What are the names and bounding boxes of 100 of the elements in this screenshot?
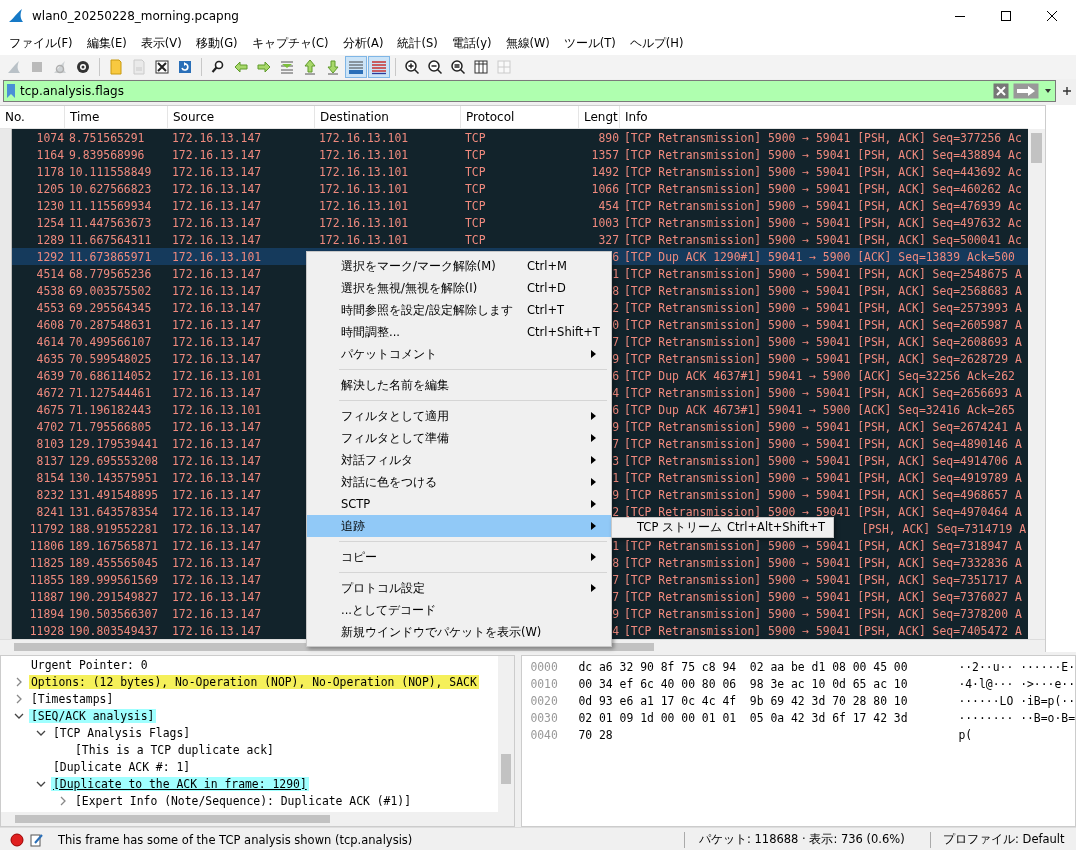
table-cell-text: 68.779565236 — [68, 266, 153, 281]
table-cell: [TCP Dup ACK 1290#1] 59041 → 5900 [ACK] Seq=13839 Ack=500 — [624, 249, 1015, 264]
menu-item[interactable]: 電話(y) — [444, 36, 499, 51]
table-cell-text: 172.16.13.147 — [171, 164, 263, 179]
menu-item[interactable]: キャプチャ(C) — [244, 36, 336, 51]
menu-item[interactable]: 選択をマーク/マーク解除(M) Ctrl+M — [307, 255, 611, 277]
tree-item[interactable]: Options: (12 bytes), No-Operation (NOP), No-Operation (NOP), SACK — [29, 674, 479, 689]
colorize-icon[interactable] — [368, 56, 390, 78]
tree-item[interactable]: [SEQ/ACK analysis] — [29, 708, 157, 723]
table-cell: [TCP Retransmission] 5900 → 59041 [PSH, ACK] Seq=7378200 A — [624, 606, 1022, 621]
table-cell-text: TCP — [464, 232, 487, 247]
table-cell-text: 129.179539441 — [68, 436, 160, 451]
table-cell-text: 11928 — [28, 623, 65, 638]
table-cell-text: 190.291549827 — [68, 589, 160, 604]
menu-item[interactable]: 分析(A) — [335, 36, 391, 51]
table-cell-text: 4614 — [35, 334, 65, 349]
table-cell: 4 — [612, 385, 619, 400]
menu-item[interactable]: 時間参照を設定/設定解除します Ctrl+T — [307, 299, 611, 321]
menu-item[interactable]: ツール(T) — [556, 36, 623, 51]
tree-item[interactable]: [Expert Info (Note/Sequence): Duplicate ACK (#1)] — [73, 793, 414, 808]
table-cell: 6 — [612, 368, 619, 383]
column-header[interactable]: No. — [0, 106, 65, 128]
menu-item[interactable]: 移動(G) — [188, 36, 245, 51]
vertical-scrollbar[interactable] — [1028, 129, 1045, 639]
menu-item[interactable]: 新規ウインドウでパケットを表示(W) — [307, 621, 611, 643]
maximize-icon[interactable] — [1000, 10, 1012, 22]
tree-item[interactable]: [Timestamps] — [29, 691, 116, 706]
menu-item[interactable]: フィルタとして準備 — [307, 427, 611, 449]
add-icon[interactable] — [1062, 86, 1072, 96]
shortcut-label: Ctrl+T — [527, 302, 565, 319]
table-cell-text: 172.16.13.101 — [318, 147, 410, 162]
table-cell-text: 172.16.13.147 — [171, 487, 263, 502]
column-header[interactable]: Protocol — [461, 106, 579, 128]
menu-item[interactable]: ヘルプ(H) — [622, 36, 691, 51]
table-cell-text: 11.673865971 — [68, 249, 153, 264]
menu-item[interactable]: フィルタとして適用 — [307, 405, 611, 427]
edit-comment-icon[interactable] — [30, 832, 44, 847]
table-cell-text: 70.686114052 — [68, 368, 153, 383]
column-header[interactable]: Time — [65, 106, 168, 128]
table-cell-text: TCP — [464, 164, 487, 179]
table-cell: [TCP Retransmission] 5900 → 59041 [PSH, ACK] Seq=4914706 A — [624, 453, 1022, 468]
horizontal-scrollbar[interactable] — [1, 812, 515, 826]
table-cell-text: 4635 — [35, 351, 65, 366]
table-cell-text: 172.16.13.147 — [171, 334, 263, 349]
close-icon[interactable] — [1046, 10, 1058, 22]
menu-item[interactable]: 解決した名前を編集 — [307, 374, 611, 396]
menu-item[interactable]: 時間調整... Ctrl+Shift+T — [307, 321, 611, 343]
profile-label[interactable]: プロファイル: Default — [937, 832, 1065, 847]
column-header[interactable]: Destination — [315, 106, 461, 128]
bookmark-icon[interactable] — [6, 83, 16, 99]
table-cell: 9 — [612, 351, 619, 366]
table-cell: [PSH, ACK] Seq=7314719 A — [861, 521, 1026, 536]
display-filter-field[interactable]: tcp.analysis.flags — [3, 80, 1056, 102]
column-header[interactable]: Lengt — [579, 106, 620, 128]
table-cell-text: 172.16.13.147 — [171, 317, 263, 332]
tree-item[interactable]: Urgent Pointer: 0 — [29, 657, 150, 672]
table-cell-text: 172.16.13.101 — [318, 181, 410, 196]
menu-item[interactable]: 統計(S) — [390, 36, 445, 51]
menu-item[interactable]: プロトコル設定 — [307, 577, 611, 599]
tree-item[interactable]: [Duplicate ACK #: 1] — [51, 759, 193, 774]
status-message: This frame has some of the TCP analysis shown (tcp.analysis) — [58, 832, 414, 847]
menu-item[interactable]: 編集(E) — [79, 36, 134, 51]
menu-item[interactable]: TCP ストリーム Ctrl+Alt+Shift+T — [612, 518, 833, 537]
table-cell-text: 172.16.13.101 — [318, 215, 410, 230]
menu-item[interactable]: 対話に色をつける — [307, 471, 611, 493]
hex-offset: 0020 — [529, 693, 559, 708]
table-cell-text: 11806 — [28, 538, 65, 553]
menu-item[interactable]: 選択を無視/無視を解除(I) Ctrl+D — [307, 277, 611, 299]
table-cell: 9 — [612, 606, 619, 621]
menu-item[interactable]: SCTP — [307, 493, 611, 515]
table-cell-text: 69.003575502 — [68, 283, 153, 298]
autoscroll-icon[interactable] — [345, 56, 367, 78]
tree-item[interactable]: [Duplicate to the ACK in frame: 1290] — [51, 776, 309, 791]
table-cell-text: 172.16.13.147 — [171, 555, 263, 570]
column-header[interactable]: Source — [168, 106, 315, 128]
tree-item[interactable]: [This is a TCP duplicate ack] — [73, 742, 276, 757]
ascii-text: p( — [957, 727, 973, 742]
menu-item[interactable]: パケットコメント — [307, 343, 611, 365]
ascii-text: ·4·l@··· ·>···e·· — [957, 676, 1075, 691]
column-header[interactable]: Info — [620, 106, 1028, 128]
menu-item[interactable]: 追跡 — [307, 515, 611, 537]
menu-item[interactable]: 無線(W) — [498, 36, 557, 51]
table-cell-text: 71.127544461 — [68, 385, 153, 400]
menu-item[interactable]: ファイル(F) — [2, 36, 80, 51]
clear-icon[interactable] — [993, 83, 1009, 99]
menu-item[interactable]: 対話フィルタ — [307, 449, 611, 471]
table-cell-text: 1178 — [35, 164, 65, 179]
table-cell: [TCP Retransmission] 5900 → 59041 [PSH, ACK] Seq=497632 Ac — [624, 215, 1022, 230]
table-cell: [TCP Dup ACK 4637#1] 59041 → 5900 [ACK] Seq=32256 Ack=262 — [624, 368, 1015, 383]
table-cell-text: 4514 — [35, 266, 65, 281]
vertical-scrollbar[interactable] — [498, 656, 515, 812]
table-cell-text: 4675 — [35, 402, 65, 417]
tree-item[interactable]: [TCP Analysis Flags] — [51, 725, 193, 740]
menu-item[interactable]: コピー — [307, 546, 611, 568]
expert-info-icon[interactable] — [10, 832, 24, 847]
menu-item[interactable]: 表示(V) — [133, 36, 189, 51]
table-cell: 4 — [612, 623, 619, 638]
menu-item[interactable]: ...としてデコード — [307, 599, 611, 621]
table-cell: 9 — [612, 419, 619, 434]
table-cell-text: 190.503566307 — [68, 606, 160, 621]
